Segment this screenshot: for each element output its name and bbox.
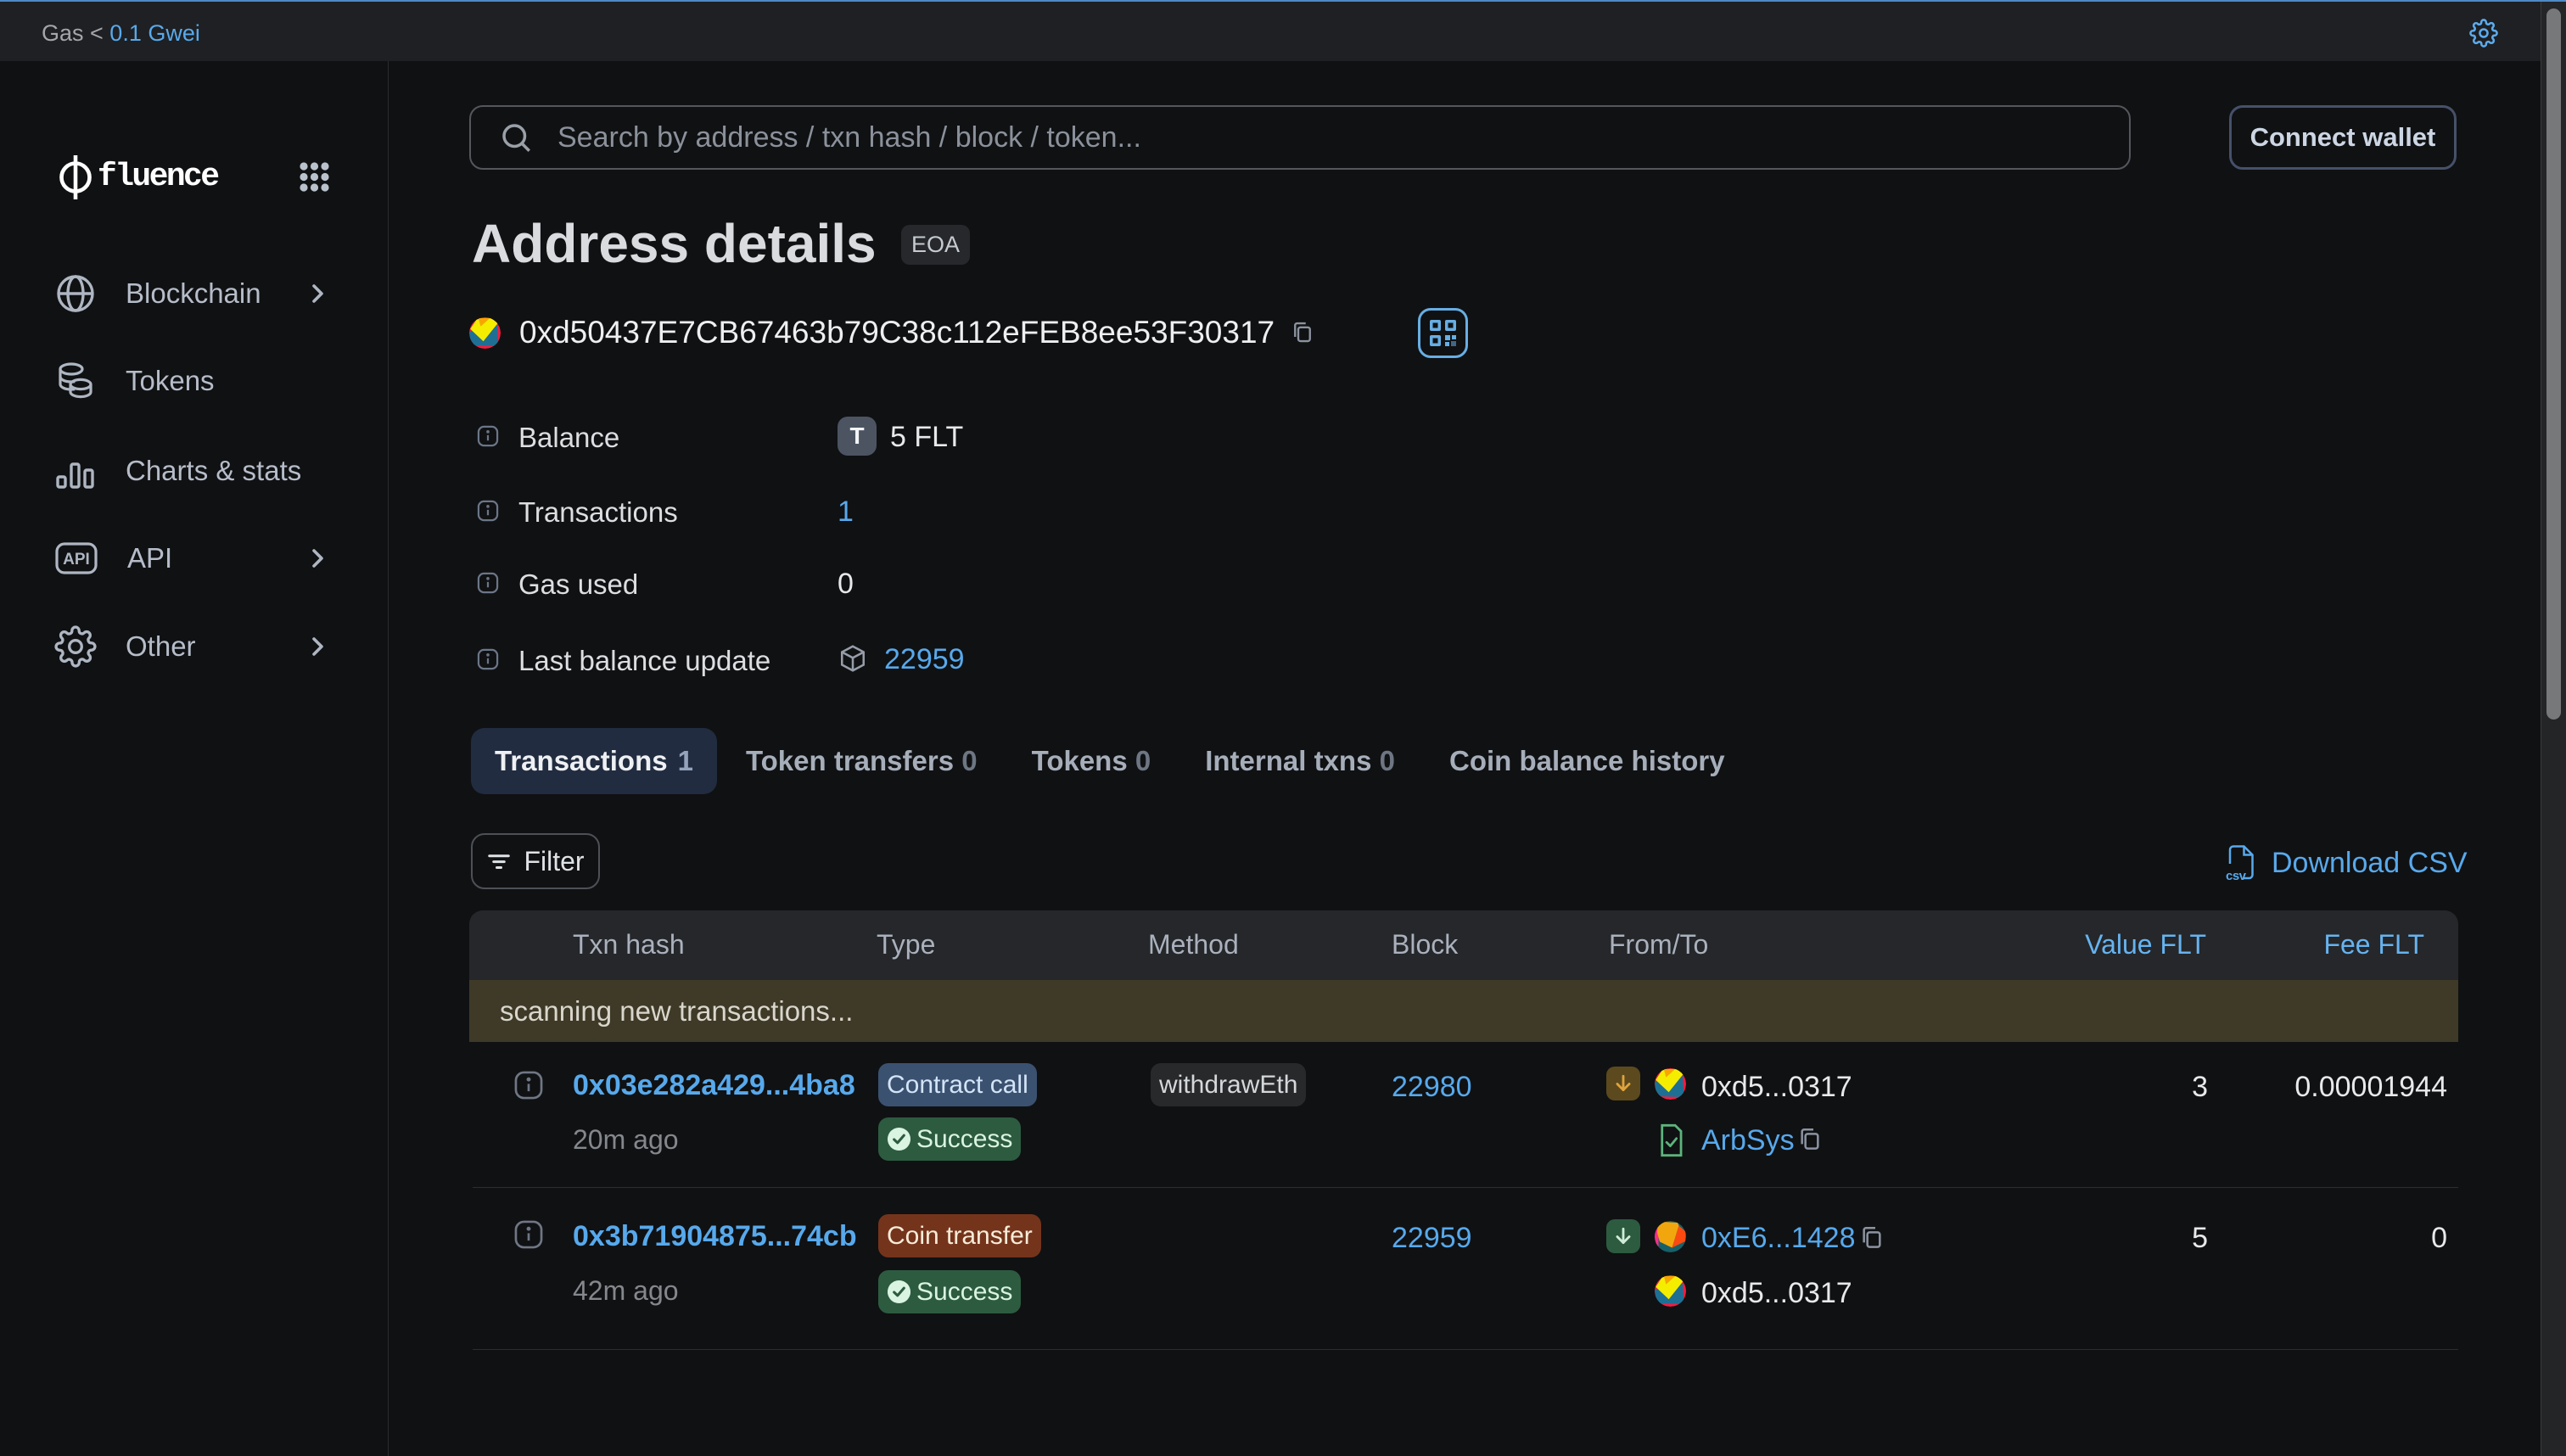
svg-text:csv: csv bbox=[2226, 869, 2247, 882]
svg-text:API: API bbox=[63, 551, 90, 568]
